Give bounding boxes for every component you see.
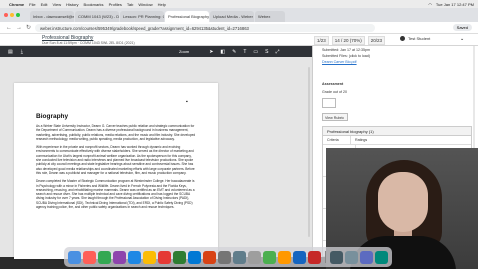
document-scrollbar[interactable]: [308, 67, 310, 237]
dock-app-icon[interactable]: [128, 250, 141, 264]
dock-app-icon[interactable]: [113, 250, 126, 264]
dock-separator: [325, 251, 326, 263]
dock-app-icon[interactable]: [360, 250, 373, 264]
menu-history[interactable]: History: [66, 2, 78, 7]
menu-tab[interactable]: Tab: [127, 2, 133, 7]
menu-bookmarks[interactable]: Bookmarks: [84, 2, 104, 7]
dock-app-icon[interactable]: [263, 250, 276, 264]
dock-app-icon[interactable]: [143, 250, 156, 264]
dock-app-icon[interactable]: [308, 250, 321, 264]
document-toolbar: ▤ ⤓ Zoom ➤ ◧ ✎ T ▭ S ⤢: [0, 46, 312, 57]
zoom-window-button[interactable]: [16, 13, 20, 17]
menu-app-name[interactable]: Chrome: [9, 2, 24, 7]
tab-lesson[interactable]: Lesson: PR Planning: COMM: [120, 11, 164, 22]
address-bar-row: ← → ↻ weber.instructure.com/courses/5953…: [0, 22, 478, 34]
grade-input[interactable]: [322, 98, 336, 108]
dock-app-icon[interactable]: [330, 250, 343, 264]
comment-icon[interactable]: ▭: [253, 49, 258, 55]
average-score: 14 / 20 (70%): [331, 36, 365, 45]
menubar-clock[interactable]: Tue Jan 17 12:47 PM: [436, 2, 474, 7]
dock-app-icon[interactable]: [68, 250, 81, 264]
student-selector[interactable]: Test Student: [400, 36, 431, 42]
submitted-files-label: Submitted Files: (click to load): [322, 54, 370, 58]
menu-help[interactable]: Help: [158, 2, 166, 7]
menu-file[interactable]: File: [29, 2, 35, 7]
zoom-label[interactable]: Zoom: [179, 49, 189, 54]
tab-speedgrader[interactable]: Professional Biography, Spri: [165, 11, 209, 22]
grading-stats: 1/23 14 / 20 (70%) 20/23: [314, 36, 386, 45]
assessment-heading: Assessment: [322, 82, 344, 86]
dock-app-icon[interactable]: [293, 250, 306, 264]
screen: Chrome File Edit View History Bookmarks …: [0, 0, 478, 269]
dock-app-icon[interactable]: [345, 250, 358, 264]
menu-profiles[interactable]: Profiles: [109, 2, 122, 7]
rubric-col-ratings: Ratings: [355, 138, 368, 142]
minimize-window-button[interactable]: [10, 13, 14, 17]
tab-webex[interactable]: Webex: [255, 11, 285, 22]
dock-app-icon[interactable]: [278, 250, 291, 264]
strike-icon[interactable]: S: [265, 49, 268, 55]
sidebar-toggle-icon[interactable]: ▤: [8, 49, 13, 55]
avatar: [400, 36, 405, 42]
dock-app-icon[interactable]: [248, 250, 261, 264]
dock-app-icon[interactable]: [375, 250, 388, 264]
download-icon[interactable]: ⤓: [21, 49, 23, 55]
annotation-tools: ➤ ◧ ✎ T ▭ S ⤢: [209, 49, 279, 55]
student-position: 20/23: [367, 36, 386, 45]
tab-upload-media[interactable]: Upload Media - Weber State: [210, 11, 254, 22]
window-controls: [4, 13, 20, 17]
student-name: Test Student: [408, 36, 431, 41]
url-field[interactable]: weber.instructure.com/courses/595349/gra…: [35, 23, 376, 32]
menu-window[interactable]: Window: [138, 2, 152, 7]
highlight-icon[interactable]: ◧: [220, 49, 225, 55]
close-window-button[interactable]: [4, 13, 8, 17]
view-rubric-button[interactable]: View Rubric: [322, 113, 348, 121]
webcam-person-face: [378, 172, 428, 232]
document-heading: Biography: [36, 113, 69, 120]
speedgrader-header: Professional Biography Due Sun 8 at 11:5…: [0, 34, 478, 46]
document-paragraph: With experience in the private and nonpr…: [36, 145, 195, 175]
macos-menubar: Chrome File Edit View History Bookmarks …: [0, 0, 478, 8]
pen-icon[interactable]: ✎: [232, 49, 236, 55]
rubric-title: Professional biography (1): [323, 127, 471, 136]
profile-button[interactable]: Saved: [452, 24, 472, 31]
menu-edit[interactable]: Edit: [41, 2, 48, 7]
dock-app-icon[interactable]: [158, 250, 171, 264]
forward-icon[interactable]: →: [16, 25, 22, 31]
tab-strip: Inbox - dawncansell@eduver COMM 1043 (W2…: [0, 8, 478, 22]
dock-app-icon[interactable]: [188, 250, 201, 264]
chevron-down-icon[interactable]: ⌄: [460, 36, 464, 42]
dock-app-icon[interactable]: [98, 250, 111, 264]
pointer-icon[interactable]: ➤: [209, 49, 213, 55]
wifi-icon[interactable]: ◠: [428, 2, 432, 7]
assignment-due: Due Sun 8 at 11:59pm · COMM 1043 SWL 2EL…: [42, 41, 135, 45]
document-paragraph: As a Weber State University Instructor, …: [36, 124, 196, 141]
reload-icon[interactable]: ↻: [26, 24, 31, 31]
graded-count: 1/23: [314, 36, 329, 45]
rubric-header-row: Criteria Ratings: [323, 136, 471, 145]
tab-inbox[interactable]: Inbox - dawncansell@eduver: [30, 11, 74, 22]
document-page: Biography As a Weber State University In…: [14, 83, 218, 259]
dock-app-icon[interactable]: [203, 250, 216, 264]
dock-app-icon[interactable]: [173, 250, 186, 264]
macos-dock: [64, 247, 392, 267]
dock-app-icon[interactable]: [218, 250, 231, 264]
fullscreen-icon[interactable]: ⤢: [275, 49, 279, 55]
mouse-cursor: ▪: [186, 99, 188, 105]
document-paragraph: Deann completed the Master of Strategic …: [36, 179, 195, 210]
tab-comm-course[interactable]: COMM 1043 (W23) - Dragon: [75, 11, 119, 22]
back-icon[interactable]: ←: [6, 25, 12, 31]
document-viewer[interactable]: Biography As a Weber State University In…: [0, 57, 312, 259]
grade-out-of: Grade out of 20: [322, 90, 347, 94]
text-icon[interactable]: T: [243, 49, 246, 55]
submission-file-link[interactable]: Deann Carver Bio.pdf: [322, 60, 357, 64]
dock-app-icon[interactable]: [83, 250, 96, 264]
menu-view[interactable]: View: [52, 2, 61, 7]
submitted-date: Submitted: Jan 17 at 12:35pm: [322, 48, 370, 52]
rubric-col-criteria: Criteria: [323, 136, 351, 144]
dock-app-icon[interactable]: [233, 250, 246, 264]
